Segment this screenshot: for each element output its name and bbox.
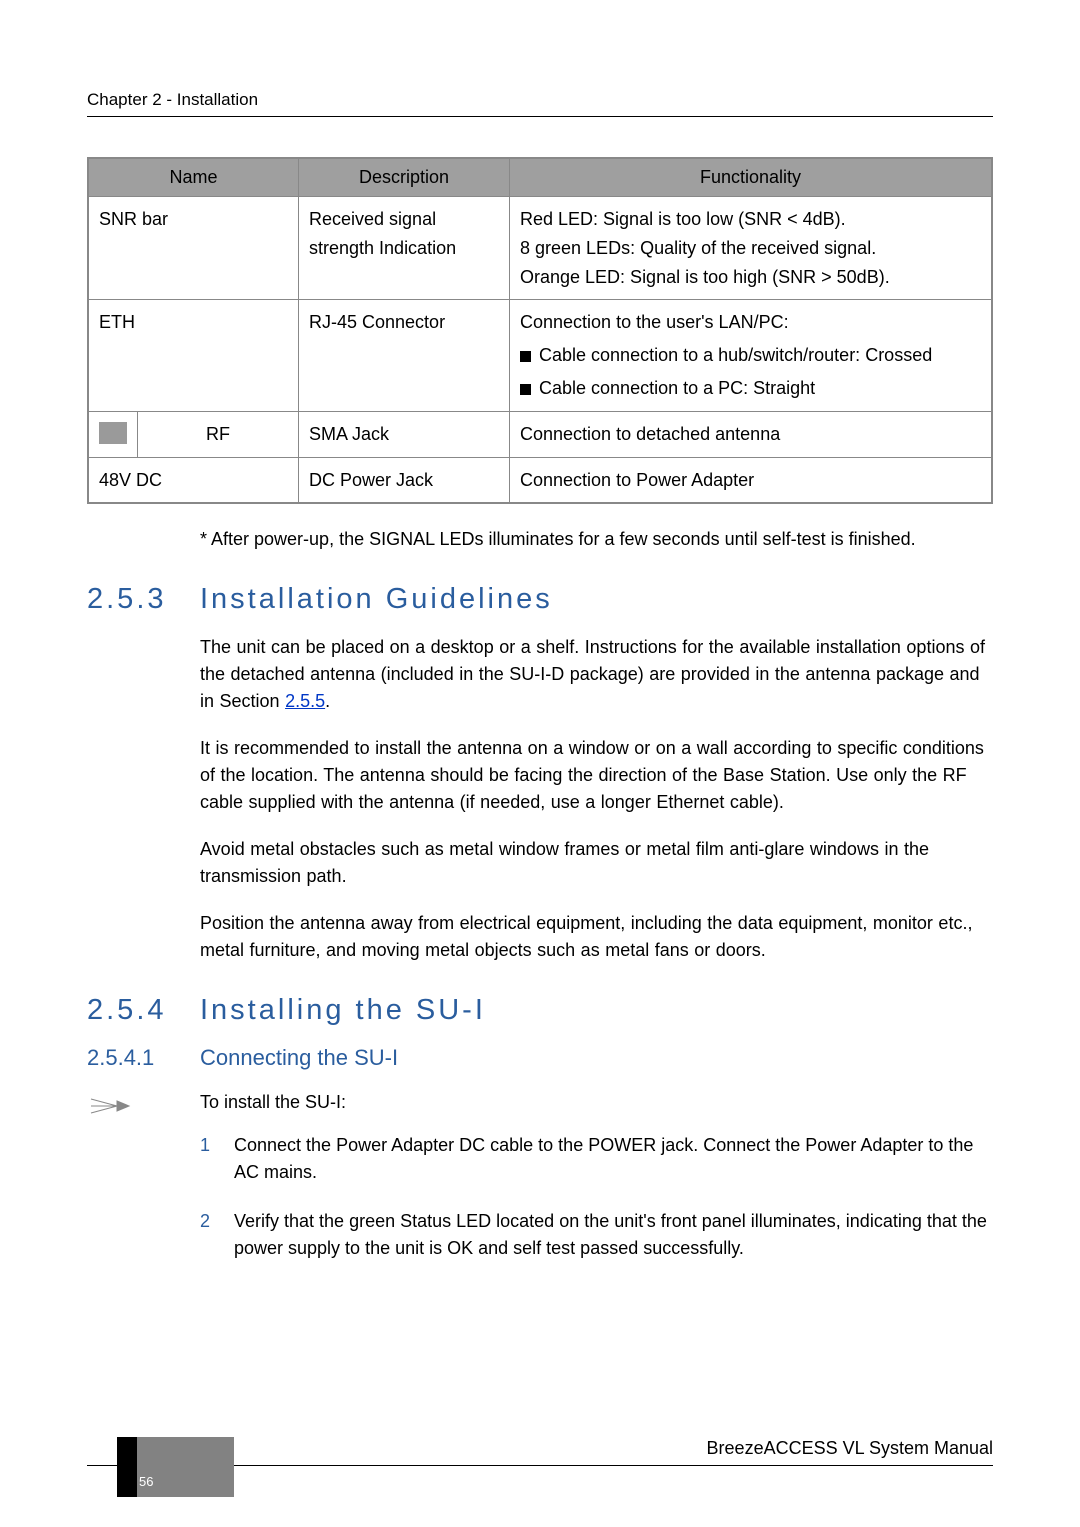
subsection-title: Connecting the SU-I [200,1045,398,1071]
section-title: Installation Guidelines [200,583,553,616]
table-row: 48V DC DC Power Jack Connection to Power… [88,457,992,503]
para-text: . [325,691,330,711]
th-name: Name [88,158,299,197]
xref-link[interactable]: 2.5.5 [285,691,325,711]
list-item: 1 Connect the Power Adapter DC cable to … [200,1132,993,1186]
cell-name: RF [138,411,299,457]
table-row: SNR bar Received signal strength Indicat… [88,197,992,300]
cell-func: Connection to detached antenna [510,411,993,457]
func-line: 8 green LEDs: Quality of the received si… [520,234,981,263]
chapter-header: Chapter 2 - Installation [87,90,993,117]
cell-desc: DC Power Jack [299,457,510,503]
step-number: 1 [200,1132,234,1186]
bullet-text: Cable connection to a PC: Straight [539,378,815,398]
square-bullet-icon [520,351,531,362]
func-line: Orange LED: Signal is too high (SNR > 50… [520,263,981,292]
section-number: 2.5.4 [87,994,200,1027]
procedure-list: 1 Connect the Power Adapter DC cable to … [200,1132,993,1262]
connector-table: Name Description Functionality SNR bar R… [87,157,993,504]
th-description: Description [299,158,510,197]
subsection-number: 2.5.4.1 [87,1045,200,1071]
bullet-item: Cable connection to a hub/switch/router:… [520,341,981,370]
footer-page-block: 56 [117,1437,234,1497]
cell-func: Connection to the user's LAN/PC: Cable c… [510,300,993,411]
paragraph: Position the antenna away from electrica… [200,910,993,964]
paragraph: Avoid metal obstacles such as metal wind… [200,836,993,890]
step-text: Connect the Power Adapter DC cable to th… [234,1132,993,1186]
cell-desc: RJ-45 Connector [299,300,510,411]
paragraph: The unit can be placed on a desktop or a… [200,634,993,715]
table-footnote: * After power-up, the SIGNAL LEDs illumi… [200,526,993,553]
section-heading-254: 2.5.4 Installing the SU-I [87,994,993,1027]
bullet-text: Cable connection to a hub/switch/router:… [539,345,932,365]
paragraph: It is recommended to install the antenna… [200,735,993,816]
func-intro: Connection to the user's LAN/PC: [520,308,981,337]
cell-desc: Received signal strength Indication [299,197,510,300]
func-line: Red LED: Signal is too low (SNR < 4dB). [520,205,981,234]
section-number: 2.5.3 [87,583,200,616]
cell-desc: SMA Jack [299,411,510,457]
cell-name: ETH [88,300,299,411]
bullet-item: Cable connection to a PC: Straight [520,374,981,403]
section-heading-253: 2.5.3 Installation Guidelines [87,583,993,616]
procedure-intro: To install the SU-I: [200,1089,993,1116]
square-bullet-icon [520,384,531,395]
table-row: RF SMA Jack Connection to detached anten… [88,411,992,457]
grey-square-icon [99,422,127,444]
step-number: 2 [200,1208,234,1262]
cell-func: Red LED: Signal is too low (SNR < 4dB). … [510,197,993,300]
step-text: Verify that the green Status LED located… [234,1208,993,1262]
section-title: Installing the SU-I [200,994,486,1027]
cell-name: 48V DC [88,457,299,503]
cell-name: SNR bar [88,197,299,300]
table-header-row: Name Description Functionality [88,158,992,197]
page-number: 56 [139,1474,153,1489]
list-item: 2 Verify that the green Status LED locat… [200,1208,993,1262]
subsection-heading-2541: 2.5.4.1 Connecting the SU-I [87,1045,993,1071]
procedure-arrow-icon [87,1089,147,1125]
table-row: ETH RJ-45 Connector Connection to the us… [88,300,992,411]
cell-func: Connection to Power Adapter [510,457,993,503]
cell-icon [88,411,138,457]
footer-black-bar [117,1437,137,1497]
th-functionality: Functionality [510,158,993,197]
footer-manual-title: BreezeACCESS VL System Manual [707,1438,993,1459]
page: Chapter 2 - Installation Name Descriptio… [0,0,1080,1527]
